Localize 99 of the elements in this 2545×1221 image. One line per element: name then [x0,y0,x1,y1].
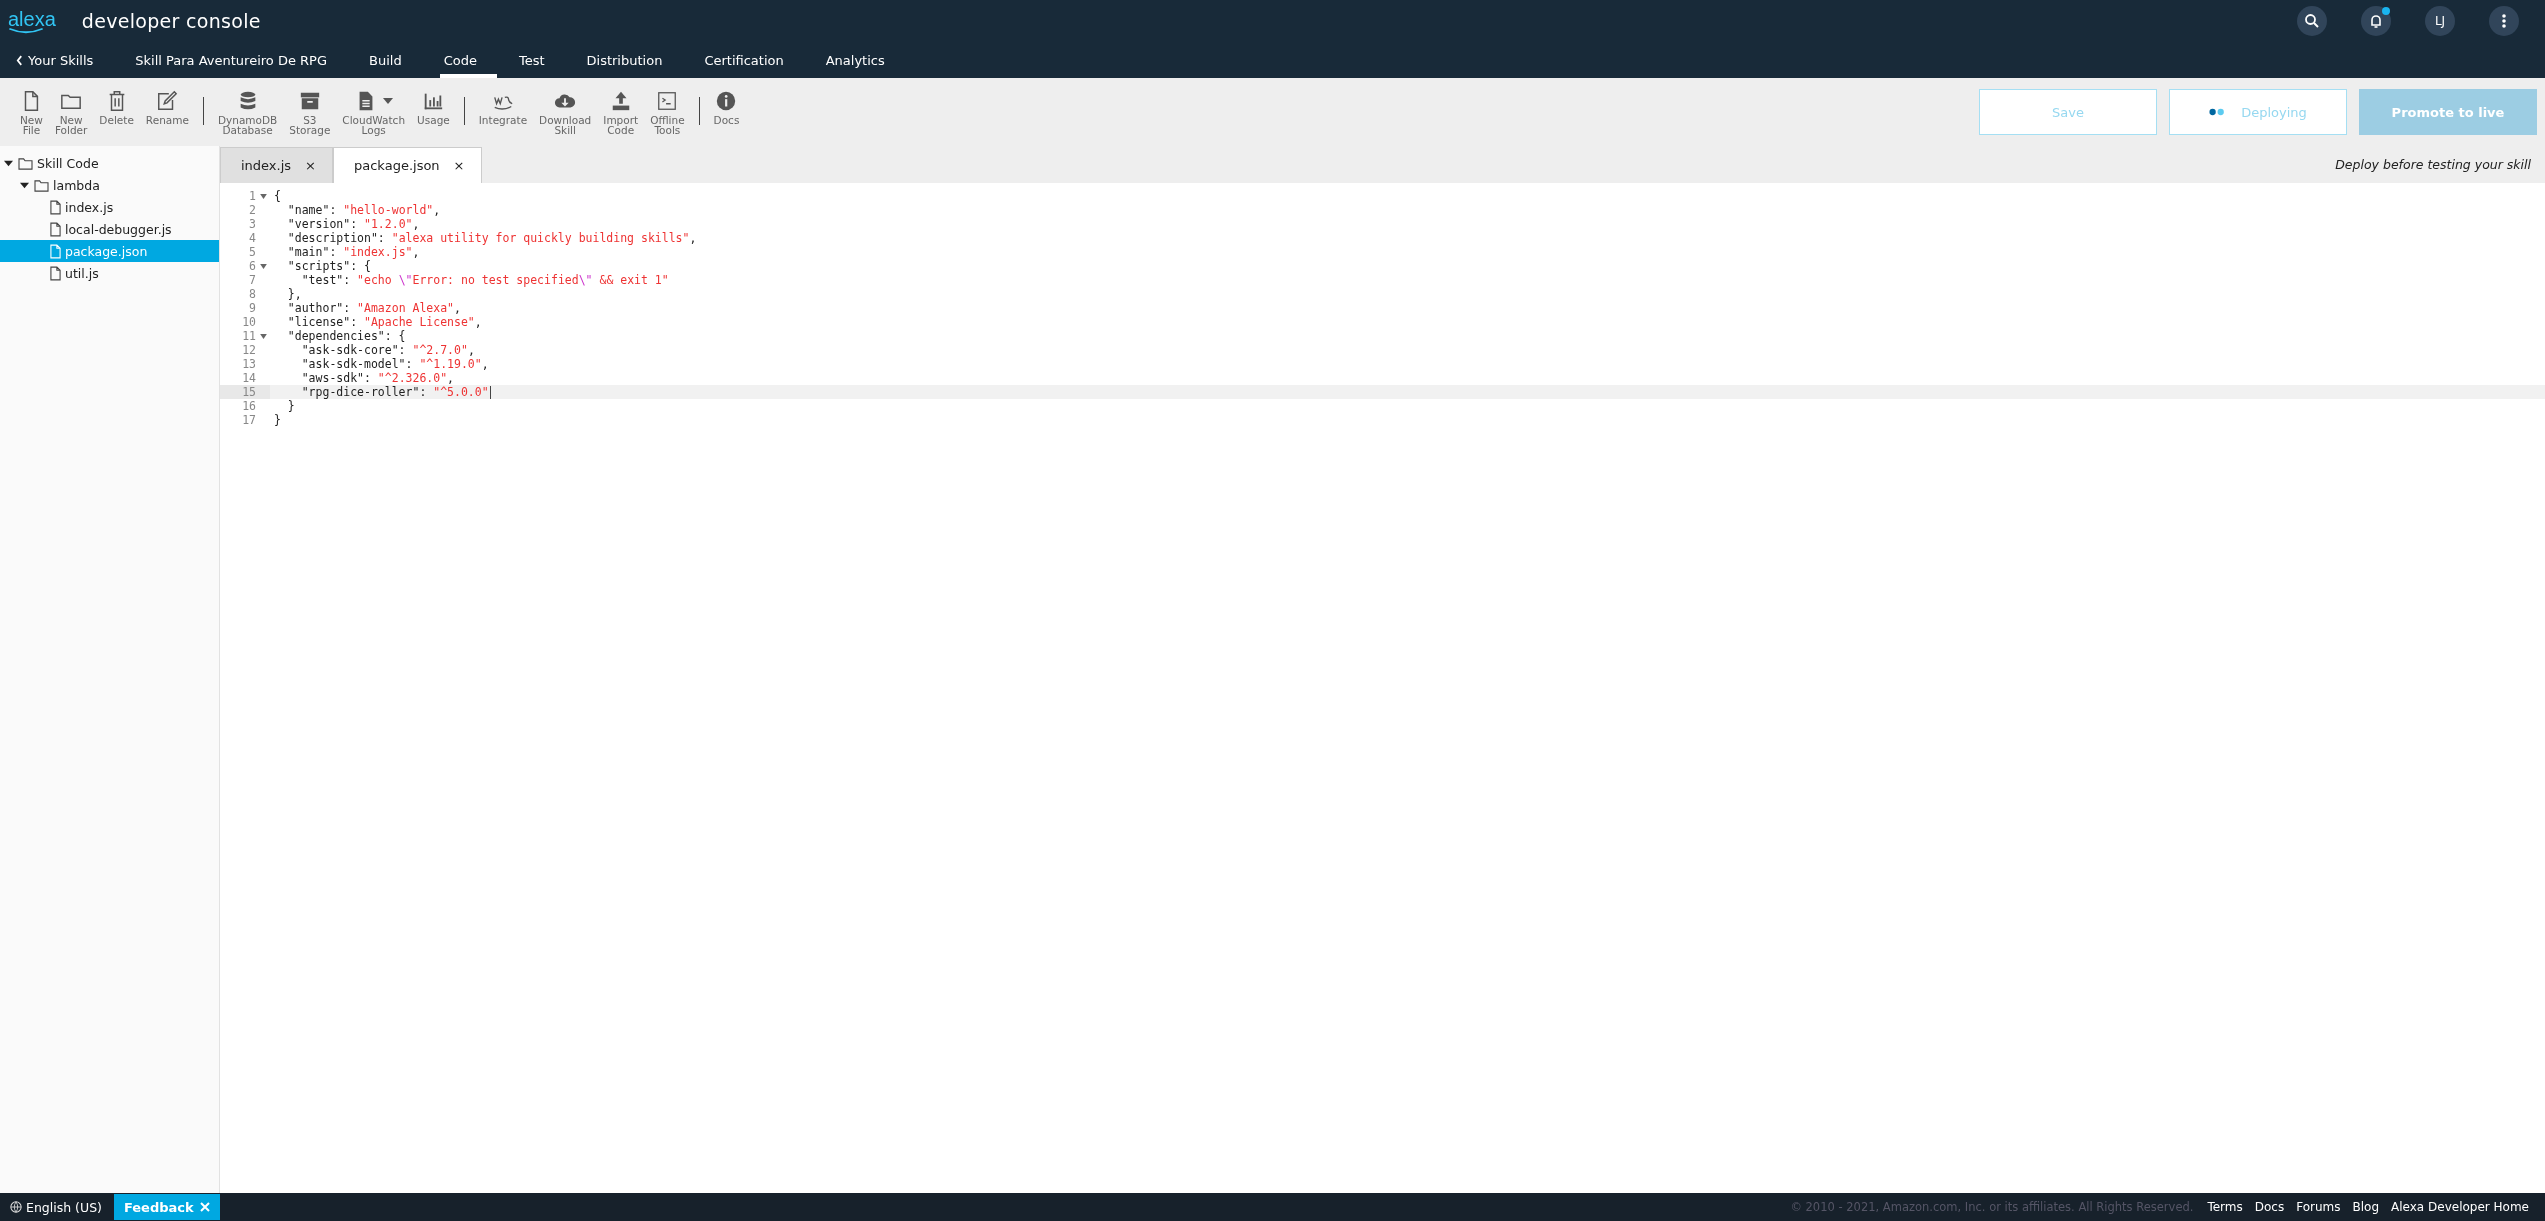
close-tab-button[interactable]: × [453,158,465,173]
code-line: "license": "Apache License", [286,315,482,329]
archive-box-icon [298,90,321,112]
line-number: 12 [242,343,256,357]
line-number: 16 [242,399,256,413]
tree-item[interactable]: Skill Code [0,152,219,174]
console-title: developer console [81,10,261,32]
code-line: "author": "Amazon Alexa", [286,301,461,315]
fold-icon[interactable] [259,193,267,199]
nav-tab[interactable]: Test [514,42,565,78]
code-line: } [286,399,295,413]
caret-icon[interactable] [4,158,13,168]
code-line: }, [286,287,302,301]
file-icon [50,243,61,259]
tree-item[interactable]: local-debugger.js [0,218,219,240]
line-number: 11 [242,329,256,343]
bell-icon [2368,13,2384,29]
line-number: 4 [249,231,256,245]
line-number: 13 [242,357,256,371]
file-icon [50,221,61,237]
tree-item[interactable]: lambda [0,174,219,196]
folder-icon [34,178,49,192]
footer-link[interactable]: Forums [2296,1200,2341,1214]
line-number: 15 [242,385,256,399]
terminal-icon [656,90,679,112]
caret-icon[interactable] [20,180,29,190]
deploy-hint: Deploy before testing your skill [2335,157,2532,172]
toolbar-button[interactable]: CloudWatch Logs [336,89,412,135]
nav-tab[interactable]: Analytics [821,42,905,78]
toolbar-button[interactable]: Offline Tools [644,89,691,135]
line-number: 7 [249,273,256,287]
toolbar-button[interactable]: Usage [411,89,456,125]
close-icon[interactable] [199,1202,210,1212]
toolbar-button[interactable]: New Folder [48,89,94,135]
line-number: 2 [249,203,256,217]
toolbar-button[interactable]: Download Skill [533,89,598,135]
line-number: 6 [249,259,256,273]
nav-tab[interactable]: Build [365,42,422,78]
search-icon [2304,13,2320,29]
notifications-button[interactable] [2361,6,2391,36]
info-icon [715,90,738,112]
line-number: 10 [242,315,256,329]
nav-tab[interactable]: Distribution [582,42,683,78]
file-icon [50,265,61,281]
code-line: "description": "alexa utility for quickly building skills", [286,231,697,245]
code-line: { [273,189,281,203]
toolbar-button[interactable]: DynamoDB Database [211,89,284,135]
text-cursor [489,385,491,399]
more-menu-button[interactable] [2489,6,2519,36]
globe-icon [10,1201,22,1213]
edit-icon [156,90,179,112]
tree-item[interactable]: index.js [0,196,219,218]
line-number: 5 [249,245,256,259]
file-icon [50,199,61,215]
code-line: "rpg-dice-roller": "^5.0.0" [300,385,489,399]
toolbar-button[interactable]: New File [14,89,49,135]
toolbar-button[interactable]: Docs [707,89,746,125]
caret-icon [382,98,393,104]
folder-icon [18,156,33,170]
toolbar-button[interactable]: S3 Storage [283,89,337,135]
line-number: 9 [249,301,256,315]
toolbar-button[interactable]: Rename [139,89,195,125]
code-line: "ask-sdk-core": "^2.7.0", [300,343,475,357]
code-line: "aws-sdk": "^2.326.0", [300,371,455,385]
line-number: 8 [249,287,256,301]
footer-link[interactable]: Docs [2254,1200,2285,1214]
code-line: } [273,413,281,427]
avatar-button[interactable]: LJ [2425,6,2455,36]
toolbar-button[interactable]: Import Code [597,89,645,135]
close-tab-button[interactable]: × [305,158,316,173]
nav-tab[interactable]: Skill Para Aventureiro De RPG [131,42,347,78]
chevron-left-icon [16,54,23,66]
language-selector[interactable]: English (US) [4,1198,108,1216]
file-tab[interactable]: index.js × [220,147,333,183]
footer-link[interactable]: Terms [2207,1200,2243,1214]
footer-link[interactable]: Blog [2352,1200,2380,1214]
file-tab[interactable]: package.json × [333,147,482,183]
nav-tab[interactable]: Certification [700,42,804,78]
search-button[interactable] [2297,6,2327,36]
code-line: "name": "hello-world", [286,203,441,217]
line-number: 1 [249,189,256,203]
copyright-text: © 2010 - 2021, Amazon.com, Inc. or its affiliates. All Rights Reserved. [1790,1200,2194,1214]
fold-icon[interactable] [259,263,267,269]
alexa-logo[interactable]: alexa [8,8,56,34]
fold-icon[interactable] [259,333,267,339]
code-line: "dependencies": { [286,329,406,343]
code-line: "main": "index.js", [286,245,420,259]
footer-link[interactable]: Alexa Developer Home [2391,1200,2529,1214]
back-link[interactable]: Your Skills [12,42,114,78]
code-line: "ask-sdk-model": "^1.19.0", [300,357,489,371]
code-line: "scripts": { [286,259,371,273]
line-number: 14 [242,371,256,385]
toolbar-button[interactable]: Delete [93,89,140,125]
toolbar-button[interactable]: Integrate [472,89,534,125]
code-line: "version": "1.2.0", [286,217,420,231]
code-line: "test": "echo \"Error: no test specified\" && exit 1" [300,273,669,287]
line-number: 3 [249,217,256,231]
tree-item[interactable]: util.js [0,262,219,284]
line-number: 17 [242,413,256,427]
